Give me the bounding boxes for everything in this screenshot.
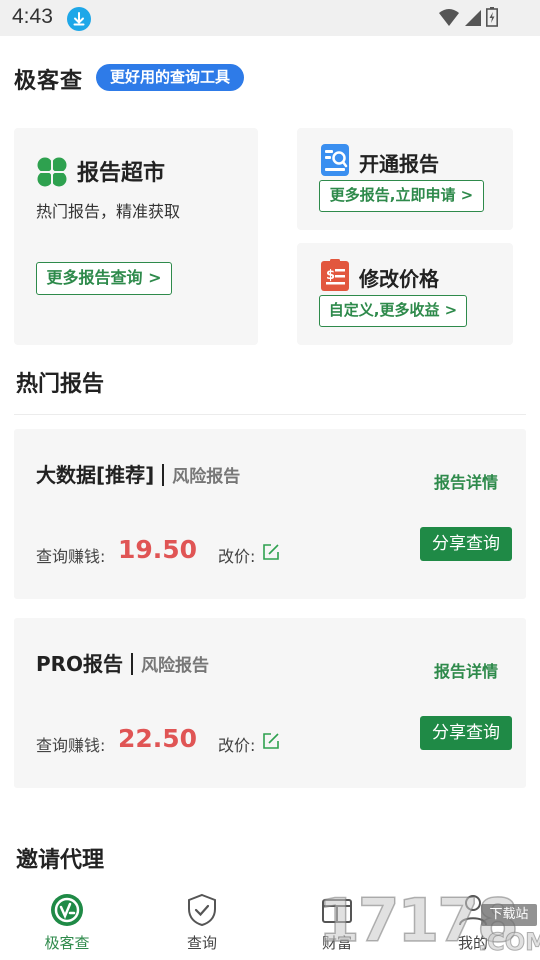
shield-check-icon — [188, 893, 216, 927]
report-market-card[interactable]: 报告超市 热门报告，精准获取 更多报告查询 > — [14, 128, 258, 345]
status-time: 4:43 — [12, 5, 53, 28]
tab-label: 我的 — [457, 934, 488, 952]
download-icon — [67, 7, 91, 31]
more-report-query-button[interactable]: 更多报告查询 > — [36, 262, 172, 295]
earn-label: 查询赚钱: — [36, 736, 106, 755]
tab-mine[interactable]: 我的 — [423, 886, 523, 960]
user-icon — [459, 895, 487, 926]
report-market-title: 报告超市 — [77, 161, 166, 186]
app-title: 极客查 — [14, 69, 84, 94]
earn-value: 22.50 — [118, 724, 198, 753]
change-price-title: 修改价格 — [359, 267, 439, 291]
report-card-big-data: 大数据[推荐] 风险报告 报告详情 查询赚钱: 19.50 改价: 分享查询 — [14, 429, 526, 599]
name-separator — [162, 464, 165, 486]
earn-label: 查询赚钱: — [36, 547, 106, 566]
wallet-icon — [322, 899, 352, 923]
invite-agent-title: 邀请代理 — [16, 848, 105, 873]
change-price-card[interactable]: $ 修改价格 自定义,更多收益 > — [297, 243, 513, 345]
report-detail-link[interactable]: 报告详情 — [434, 658, 498, 682]
report-search-icon — [321, 144, 349, 176]
wifi-icon — [439, 9, 459, 26]
report-type: 风险报告 — [172, 467, 241, 487]
section-divider — [14, 414, 526, 415]
home-logo-icon — [51, 894, 83, 926]
report-card-pro: PRO报告 风险报告 报告详情 查询赚钱: 22.50 改价: 分享查询 — [14, 618, 526, 788]
report-market-subtitle: 热门报告，精准获取 — [36, 202, 181, 221]
price-tag-icon: $ — [321, 259, 349, 291]
tab-wealth[interactable]: 财富 — [287, 886, 387, 960]
change-price-label: 改价: — [218, 547, 256, 566]
report-type: 风险报告 — [141, 656, 210, 676]
battery-icon — [486, 7, 498, 27]
share-query-button[interactable]: 分享查询 — [420, 716, 512, 750]
earn-value: 19.50 — [118, 535, 198, 564]
report-name: 大数据[推荐] — [36, 463, 155, 487]
change-price-label: 改价: — [218, 736, 256, 755]
report-name: PRO报告 — [36, 652, 124, 676]
status-bar: 4:43 — [0, 0, 540, 36]
report-detail-link[interactable]: 报告详情 — [434, 469, 498, 493]
open-report-card[interactable]: 开通报告 更多报告,立即申请 > — [297, 128, 513, 230]
tab-label: 查询 — [186, 934, 217, 952]
open-report-title: 开通报告 — [359, 152, 439, 176]
tab-label: 财富 — [321, 934, 352, 952]
share-query-button[interactable]: 分享查询 — [420, 527, 512, 561]
svg-text:$: $ — [326, 268, 335, 283]
clover-icon — [36, 156, 68, 188]
tab-home[interactable]: 极客查 — [17, 886, 117, 960]
tab-label: 极客查 — [44, 934, 90, 952]
edit-icon[interactable] — [262, 543, 280, 561]
tab-query[interactable]: 查询 — [152, 886, 252, 960]
edit-icon[interactable] — [262, 732, 280, 750]
app-screen: 4:43 极客查 更好用的查询工具 报告超市 热门报告，精准获取 更多报告查询 … — [0, 0, 540, 960]
name-separator — [131, 653, 134, 675]
report-name-row: 大数据[推荐] 风险报告 — [36, 459, 240, 488]
bottom-tab-bar: 极客查 查询 财富 我的 — [0, 886, 540, 960]
customize-earnings-button[interactable]: 自定义,更多收益 > — [319, 295, 467, 327]
slogan-badge: 更好用的查询工具 — [96, 64, 245, 91]
report-name-row: PRO报告 风险报告 — [36, 648, 209, 677]
apply-now-button[interactable]: 更多报告,立即申请 > — [319, 180, 484, 212]
signal-icon — [465, 10, 481, 26]
hot-reports-title: 热门报告 — [16, 372, 105, 397]
